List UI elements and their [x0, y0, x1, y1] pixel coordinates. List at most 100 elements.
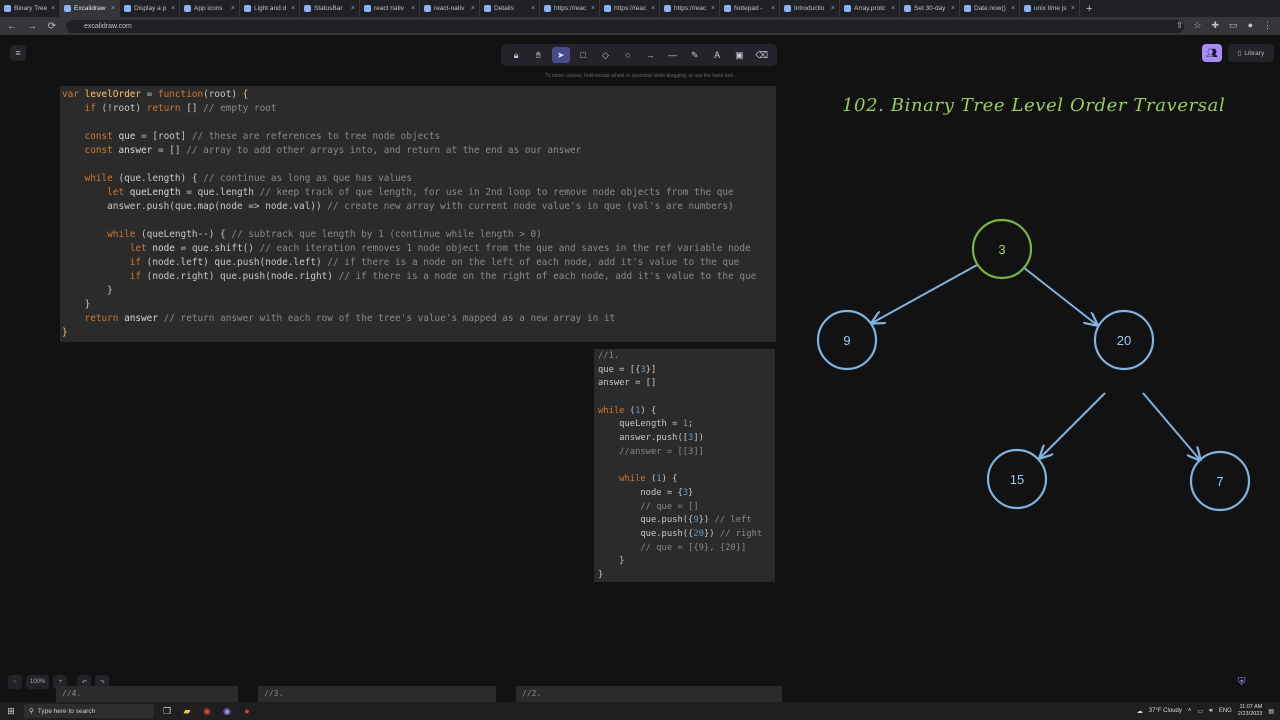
excalidraw-canvas[interactable]: ≡ 🔒︎ ✋︎ ➤ □ ◇ ○ → — ✎ A ▣ ⌫ To move canv…	[0, 35, 1280, 702]
code-token: }	[62, 327, 68, 338]
clock-date: 2/23/2023	[1237, 711, 1263, 717]
browser-tab[interactable]: react-nativ ×	[420, 0, 480, 17]
tray-chevron-icon[interactable]: ˄	[1188, 708, 1192, 714]
collaborate-icon[interactable]: 👥︎	[1202, 44, 1222, 62]
hand-tool-icon[interactable]: ✋︎	[529, 47, 547, 63]
more-menu-icon[interactable]: ⋮	[1263, 20, 1272, 31]
code-token: (	[624, 405, 636, 416]
tab-close-icon[interactable]: ×	[351, 5, 355, 12]
browser-tab[interactable]: App icons ×	[180, 0, 240, 17]
tree-node-20[interactable]: 20	[1093, 309, 1155, 371]
browser-tab[interactable]: react nativ ×	[360, 0, 420, 17]
browser-tab[interactable]: Binary Tree ×	[0, 0, 60, 17]
browser-tab[interactable]: Display a p ×	[120, 0, 180, 17]
line-tool-icon[interactable]: —	[663, 47, 681, 63]
browser-tab[interactable]: unix time js ×	[1020, 0, 1080, 17]
zoom-level[interactable]: 100%	[26, 675, 50, 689]
text-tool-icon[interactable]: A	[708, 47, 726, 63]
clock[interactable]: 11:07 AM 2/23/2023	[1238, 704, 1262, 718]
browser-tab[interactable]: Excalidraw ×	[60, 0, 120, 17]
forward-icon[interactable]: →	[26, 21, 38, 32]
tab-close-icon[interactable]: ×	[411, 5, 415, 12]
tree-node-15[interactable]: 15	[986, 448, 1048, 510]
browser-tab[interactable]: Light and d ×	[240, 0, 300, 17]
browser-app-icon[interactable]: ◉	[220, 705, 234, 717]
task-view-icon[interactable]: ❐	[160, 705, 174, 717]
ellipse-tool-icon[interactable]: ○	[619, 47, 637, 63]
tree-node-9[interactable]: 9	[816, 309, 878, 371]
eraser-tool-icon[interactable]: ⌫	[753, 47, 771, 63]
code-line: }	[598, 555, 775, 569]
code-block-trace[interactable]: //1. que = [{3}] answer = [] while (1) { qu…	[594, 349, 775, 582]
browser-tab[interactable]: Set 30-day ×	[900, 0, 960, 17]
new-tab-button[interactable]: +	[1080, 3, 1098, 15]
code-token: []	[180, 103, 204, 114]
tab-close-icon[interactable]: ×	[831, 5, 835, 12]
browser-tab[interactable]: Array.protc ×	[840, 0, 900, 17]
notification-icon[interactable]: ▤	[1268, 708, 1274, 715]
code-line: var levelOrder = function(root) {	[62, 88, 776, 102]
share-icon[interactable]: ⇪	[1176, 20, 1184, 31]
tab-close-icon[interactable]: ×	[591, 5, 595, 12]
code-block-2-edge[interactable]: //2.	[516, 686, 782, 702]
chrome-icon[interactable]: ◉	[200, 705, 214, 717]
browser-tab[interactable]: Details ×	[480, 0, 540, 17]
shield-icon[interactable]: ⛨	[1238, 677, 1246, 688]
bookmark-star-icon[interactable]: ☆	[1193, 20, 1201, 31]
browser-tab[interactable]: Introductio ×	[780, 0, 840, 17]
browser-tab[interactable]: Notepad - ×	[720, 0, 780, 17]
tab-close-icon[interactable]: ×	[1071, 5, 1075, 12]
code-block-main[interactable]: var levelOrder = function(root) { if (!r…	[60, 86, 776, 342]
taskbar-search-input[interactable]: ⚲ Type here to search	[24, 704, 154, 718]
browser-tab[interactable]: https://reac ×	[660, 0, 720, 17]
arrow-tool-icon[interactable]: →	[641, 47, 659, 63]
file-explorer-icon[interactable]: ▰	[180, 705, 194, 717]
rectangle-tool-icon[interactable]: □	[574, 47, 592, 63]
hamburger-menu-icon[interactable]: ≡	[10, 45, 26, 61]
code-block-4-edge[interactable]: //4.	[56, 686, 238, 702]
code-block-3-edge[interactable]: //3.	[258, 686, 496, 702]
tab-title: react-nativ	[434, 5, 465, 12]
tab-close-icon[interactable]: ×	[231, 5, 235, 12]
code-line: const answer = [] // array to add other …	[62, 144, 776, 158]
tab-close-icon[interactable]: ×	[51, 5, 55, 12]
tab-close-icon[interactable]: ×	[1011, 5, 1015, 12]
tab-close-icon[interactable]: ×	[651, 5, 655, 12]
tab-close-icon[interactable]: ×	[111, 5, 115, 12]
selection-tool-icon[interactable]: ➤	[551, 47, 570, 63]
reload-icon[interactable]: ⟳	[46, 21, 58, 32]
tree-node-7[interactable]: 7	[1189, 450, 1251, 512]
tab-close-icon[interactable]: ×	[291, 5, 295, 12]
pencil-tool-icon[interactable]: ✎	[686, 47, 704, 63]
windows-start-icon[interactable]: ⊞	[4, 705, 18, 717]
sidebar-icon[interactable]: ▭	[1229, 20, 1238, 31]
zoom-out-button[interactable]: −	[8, 675, 22, 689]
diamond-tool-icon[interactable]: ◇	[596, 47, 614, 63]
tab-close-icon[interactable]: ×	[771, 5, 775, 12]
tab-close-icon[interactable]: ×	[471, 5, 475, 12]
extensions-icon[interactable]: ✚	[1212, 20, 1220, 31]
code-token: que = [{	[598, 364, 641, 375]
lock-icon[interactable]: 🔒︎	[507, 47, 525, 63]
browser-tab[interactable]: https://reac ×	[540, 0, 600, 17]
browser-tab[interactable]: https://reac ×	[600, 0, 660, 17]
tab-close-icon[interactable]: ×	[891, 5, 895, 12]
tab-close-icon[interactable]: ×	[711, 5, 715, 12]
library-button[interactable]: ▯ Library	[1228, 44, 1274, 62]
image-tool-icon[interactable]: ▣	[730, 47, 748, 63]
volume-icon[interactable]: 🔊︎	[1209, 708, 1213, 715]
profile-avatar[interactable]: ●	[1248, 20, 1253, 31]
code-token: 20	[693, 528, 704, 539]
tab-favicon-icon	[604, 5, 611, 12]
tree-node-3[interactable]: 3	[971, 218, 1033, 280]
language-indicator[interactable]: ENG	[1219, 708, 1232, 714]
tab-close-icon[interactable]: ×	[171, 5, 175, 12]
network-icon[interactable]: ▭	[1197, 708, 1203, 715]
browser-tab[interactable]: StatusBar ×	[300, 0, 360, 17]
url-field[interactable]: excalidraw.com	[66, 19, 1184, 33]
back-icon[interactable]: ←	[6, 21, 18, 32]
browser-tab[interactable]: Date.now() ×	[960, 0, 1020, 17]
tab-close-icon[interactable]: ×	[531, 5, 535, 12]
recorder-app-icon[interactable]: ●	[240, 705, 254, 717]
tab-close-icon[interactable]: ×	[951, 5, 955, 12]
